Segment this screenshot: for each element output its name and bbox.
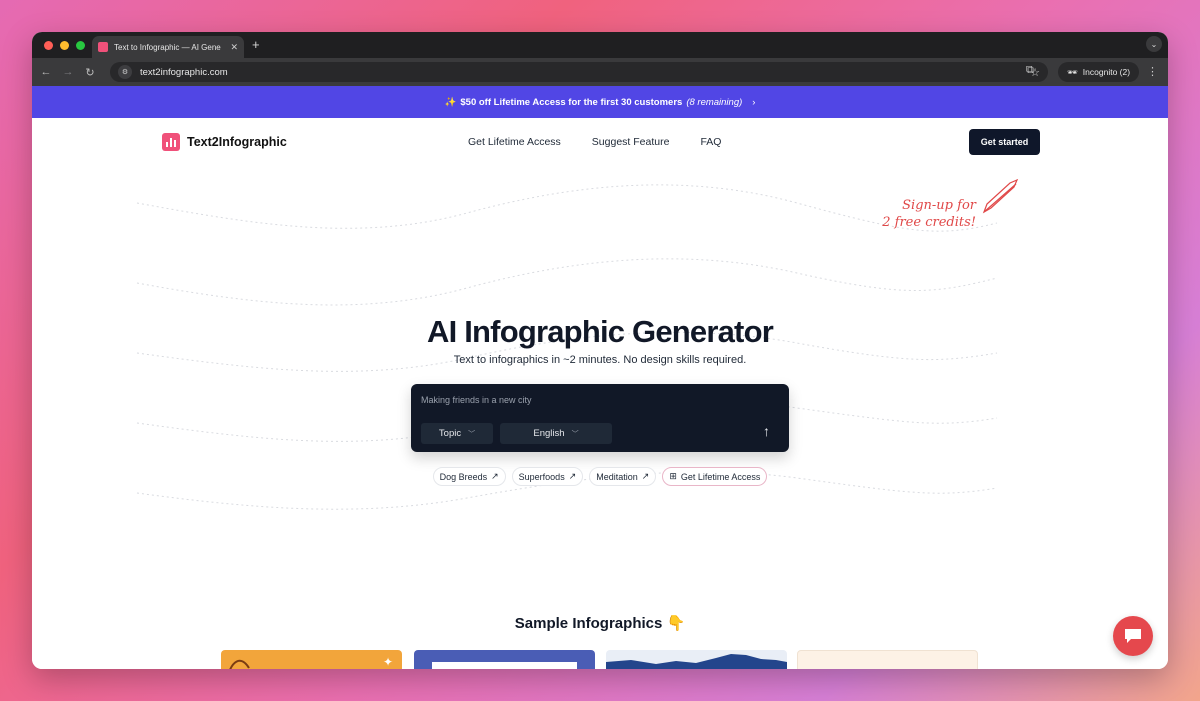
sample-thumbnail: ✦	[229, 655, 393, 669]
forward-icon[interactable]: →	[57, 66, 79, 78]
bar-chart-icon	[162, 133, 180, 151]
chevron-right-icon: ›	[752, 96, 756, 108]
menu-icon[interactable]: ⋮	[1147, 65, 1158, 78]
chip-lifetime-access[interactable]: ⊞ Get Lifetime Access	[662, 467, 768, 486]
signup-callout: Sign-up for 2 free credits!	[870, 197, 976, 231]
signup-line-2: 2 free credits!	[882, 215, 976, 230]
site-settings-icon[interactable]: ⚙	[118, 65, 132, 79]
nav-link-suggest-feature[interactable]: Suggest Feature	[592, 136, 670, 148]
close-window-button[interactable]	[44, 41, 53, 50]
hero-title: AI Infographic Generator	[427, 314, 774, 349]
tab-strip: Text to Infographic — AI Gene ✕ + ⌄	[32, 32, 1168, 58]
nav-link-faq[interactable]: FAQ	[700, 136, 721, 148]
favicon-icon	[98, 42, 108, 52]
chevron-down-icon: ﹀	[571, 430, 579, 438]
svg-text:✦: ✦	[383, 655, 393, 669]
arrow-icon	[982, 178, 1019, 214]
new-tab-button[interactable]: +	[252, 37, 260, 52]
prompt-box: Topic ﹀ English ﹀ ↑	[411, 384, 789, 452]
type-select-value: Topic	[438, 428, 462, 439]
close-tab-icon[interactable]: ✕	[230, 42, 238, 53]
browser-toolbar: ← → ↻ ⚙ text2infographic.com ☆ ⧉ 🕶 Incog…	[32, 58, 1168, 86]
promo-remaining: (8 remaining)	[686, 96, 743, 108]
chevron-down-icon: ﹀	[468, 430, 476, 438]
address-bar[interactable]: ⚙ text2infographic.com ☆	[110, 62, 1048, 82]
topic-input[interactable]	[421, 393, 741, 407]
chip-label: Meditation	[596, 471, 638, 482]
chip-label: Dog Breeds	[439, 471, 488, 482]
chip-meditation[interactable]: Meditation ↗	[589, 467, 657, 486]
tab-title: Text to Infographic — AI Gene	[114, 42, 221, 52]
sample-card[interactable]	[414, 650, 595, 669]
sample-card[interactable]	[606, 650, 787, 669]
chip-label: Superfoods	[518, 471, 565, 482]
get-started-button[interactable]: Get started	[969, 129, 1040, 155]
sparkle-icon: ✨	[444, 96, 457, 108]
external-arrow-icon: ↗	[491, 471, 499, 481]
sample-card[interactable]	[797, 650, 978, 669]
signup-line-1: Sign-up for	[902, 198, 976, 213]
example-chips: Dog Breeds ↗ Superfoods ↗ Meditation ↗ ⊞…	[32, 467, 1168, 486]
nav-link-lifetime-access[interactable]: Get Lifetime Access	[468, 136, 561, 148]
browser-tab[interactable]: Text to Infographic — AI Gene ✕	[92, 36, 244, 58]
sample-card[interactable]: ✦	[221, 650, 402, 669]
promo-banner[interactable]: ✨ $50 off Lifetime Access for the first …	[32, 86, 1168, 118]
sample-thumbnail	[606, 654, 787, 669]
back-icon[interactable]: ←	[35, 66, 57, 78]
chip-dog-breeds[interactable]: Dog Breeds ↗	[432, 467, 506, 486]
type-select[interactable]: Topic ﹀	[421, 423, 493, 444]
tab-search-button[interactable]: ⌄	[1146, 36, 1162, 52]
external-arrow-icon: ↗	[568, 471, 577, 481]
brand-name: Text2Infographic	[187, 135, 287, 149]
incognito-icon: 🕶	[1067, 66, 1078, 77]
minimize-window-button[interactable]	[60, 41, 69, 50]
chat-button[interactable]	[1113, 616, 1153, 656]
send-arrow-icon[interactable]: ↑	[763, 423, 770, 439]
promo-text: $50 off Lifetime Access for the first 30…	[460, 96, 683, 108]
language-select[interactable]: English ﹀	[500, 423, 612, 444]
incognito-indicator[interactable]: 🕶 Incognito (2)	[1058, 62, 1140, 82]
page-content: Text2Infographic Get Lifetime Access Sug…	[32, 118, 1168, 669]
url-text: text2infographic.com	[140, 66, 228, 78]
hero-subtitle: Text to infographics in ~2 minutes. No d…	[453, 354, 747, 366]
chip-superfoods[interactable]: Superfoods ↗	[511, 467, 584, 486]
brand-logo[interactable]: Text2Infographic	[162, 133, 287, 151]
window-controls	[44, 41, 85, 50]
samples-heading: Sample Infographics 👇	[514, 615, 686, 632]
gift-icon: ⊞	[669, 471, 677, 481]
site-header: Text2Infographic Get Lifetime Access Sug…	[32, 118, 1168, 168]
incognito-label: Incognito (2)	[1082, 67, 1131, 77]
nav-links: Get Lifetime Access Suggest Feature FAQ	[468, 136, 721, 148]
reload-icon[interactable]: ↻	[79, 66, 101, 79]
extensions-icon[interactable]: ⧉	[1026, 64, 1034, 77]
external-arrow-icon: ↗	[641, 471, 650, 481]
language-select-value: English	[533, 428, 565, 439]
browser-window: Text to Infographic — AI Gene ✕ + ⌄ ← → …	[32, 32, 1168, 669]
maximize-window-button[interactable]	[76, 41, 85, 50]
chevron-down-icon: ⌄	[1150, 39, 1158, 49]
sample-thumbnail	[432, 662, 577, 669]
chat-bubble-icon	[1125, 629, 1141, 643]
chip-label: Get Lifetime Access	[680, 471, 761, 482]
